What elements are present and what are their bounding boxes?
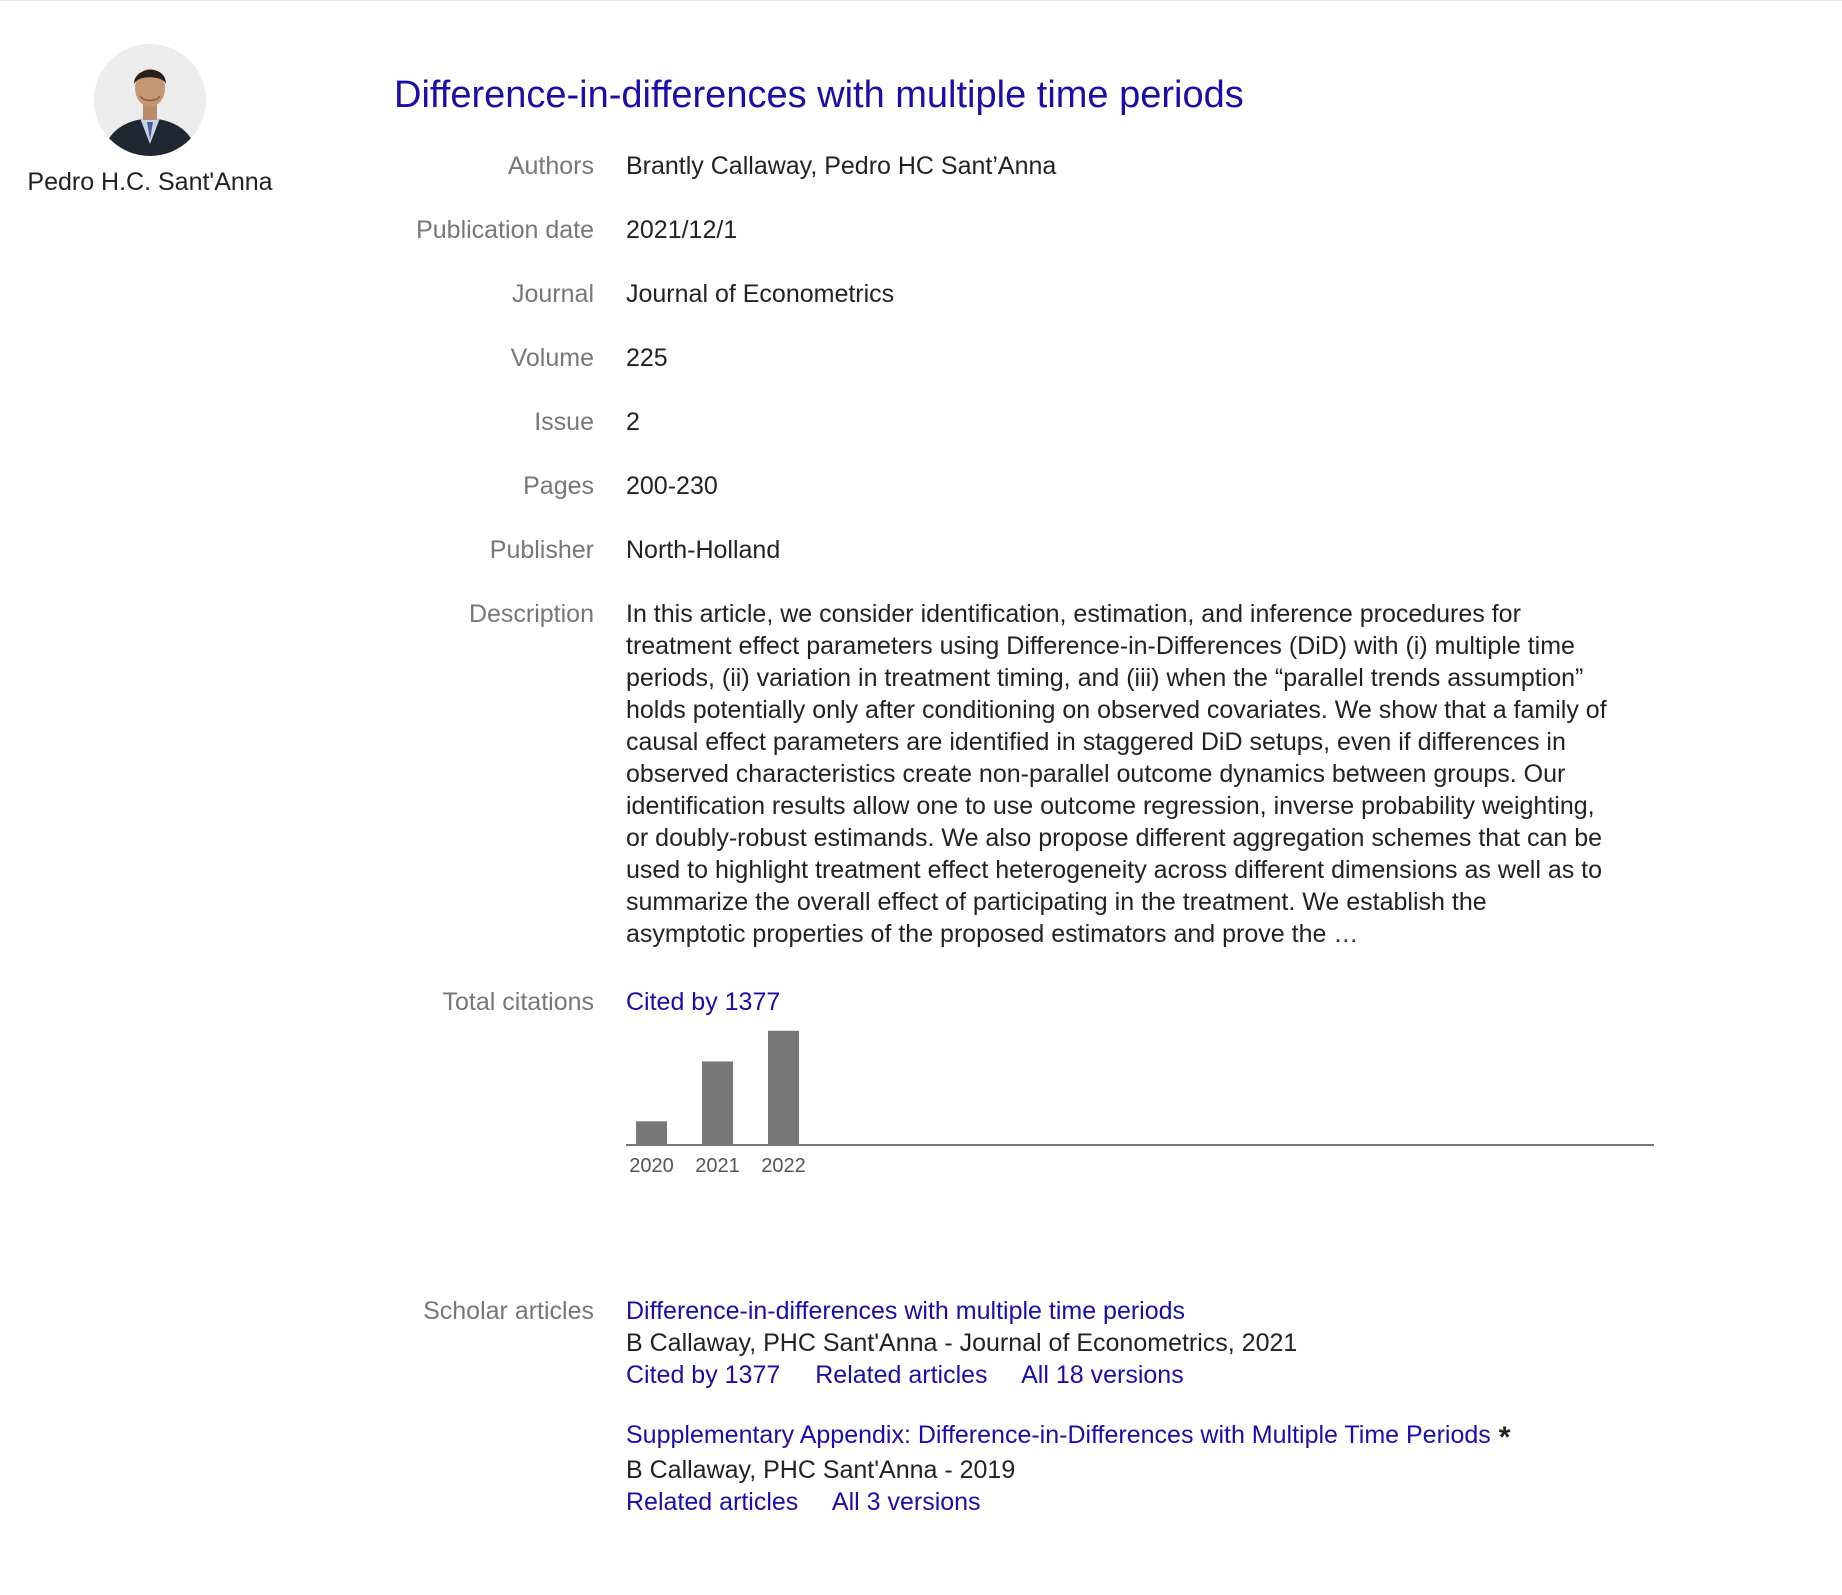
field-row-authors: Authors Brantly Callaway, Pedro HC Sant’… <box>390 150 1670 214</box>
profile-card[interactable]: Pedro H.C. Sant'Anna <box>12 44 288 197</box>
field-value-publisher: North-Holland <box>626 536 781 564</box>
profile-avatar[interactable] <box>94 44 206 156</box>
scholar-related-articles-link[interactable]: Related articles <box>626 1488 798 1516</box>
scholar-all-versions-link[interactable]: All 3 versions <box>832 1488 981 1516</box>
scholar-all-versions-link[interactable]: All 18 versions <box>1021 1361 1184 1389</box>
citations-chart: 2020 2021 2022 <box>626 1028 1656 1203</box>
scholar-article: Difference-in-differences with multiple … <box>626 1295 1650 1391</box>
field-label: Description <box>468 600 594 628</box>
field-label: Volume <box>510 344 594 372</box>
chart-tick-label: 2022 <box>761 1155 806 1177</box>
article-fields: Authors Brantly Callaway, Pedro HC Sant’… <box>390 150 1670 1546</box>
field-label: Publisher <box>489 536 594 564</box>
scholar-article-links: Related articles All 3 versions <box>626 1486 1650 1518</box>
field-value-volume: 225 <box>626 344 668 372</box>
field-label: Total citations <box>442 988 594 1016</box>
field-row-total-citations: Total citations Cited by 1377 2020 2021 20… <box>390 986 1670 1203</box>
description-line: summarize the overall effect of particip… <box>626 888 1487 916</box>
description-line: holds potentially only after conditionin… <box>626 696 1607 724</box>
avatar-image <box>94 44 206 156</box>
scholar-article: Supplementary Appendix: Difference-in-Di… <box>626 1419 1650 1518</box>
description-text: In this article, we consider identificat… <box>626 598 1650 950</box>
scholar-article-title[interactable]: Difference-in-differences with multiple … <box>626 1297 1185 1325</box>
profile-name[interactable]: Pedro H.C. Sant'Anna <box>12 168 288 197</box>
field-label: Journal <box>512 280 594 308</box>
cited-by-link[interactable]: Cited by 1377 <box>626 988 780 1016</box>
scholar-article-meta: B Callaway, PHC Sant'Anna - Journal of E… <box>626 1329 1298 1357</box>
field-value-publication-date: 2021/12/1 <box>626 216 738 244</box>
field-row-scholar-articles: Scholar articles Difference-in-differenc… <box>390 1295 1670 1546</box>
description-line: or doubly-robust estimands. We also prop… <box>626 824 1603 852</box>
chart-tick-label: 2020 <box>629 1155 674 1177</box>
field-row-issue: Issue 2 <box>390 406 1670 470</box>
scholar-article-meta: B Callaway, PHC Sant'Anna - 2019 <box>626 1456 1016 1484</box>
field-row-journal: Journal Journal of Econometrics <box>390 278 1670 342</box>
description-line: periods, (ii) variation in treatment tim… <box>626 664 1584 692</box>
field-row-publisher: Publisher North-Holland <box>390 534 1670 598</box>
field-label: Scholar articles <box>423 1297 594 1325</box>
field-value-pages: 200-230 <box>626 472 718 500</box>
scholar-article-title[interactable]: Supplementary Appendix: Difference-in-Di… <box>626 1421 1491 1449</box>
top-divider <box>0 0 1842 1</box>
field-row-volume: Volume 225 <box>390 342 1670 406</box>
field-row-pages: Pages 200-230 <box>390 470 1670 534</box>
description-line: identification results allow one to use … <box>626 792 1595 820</box>
scholar-article-links: Cited by 1377 Related articles All 18 ve… <box>626 1359 1650 1391</box>
chart-tick-label: 2021 <box>695 1155 740 1177</box>
field-label: Issue <box>534 408 594 436</box>
chart-bar-2021[interactable] <box>702 1061 733 1145</box>
scholar-cited-by-link[interactable]: Cited by 1377 <box>626 1361 780 1389</box>
chart-bar-2020[interactable] <box>636 1121 667 1145</box>
description-line: causal effect parameters are identified … <box>626 728 1566 756</box>
scholar-articles-list: Difference-in-differences with multiple … <box>626 1295 1650 1546</box>
description-line: treatment effect parameters using Differ… <box>626 632 1575 660</box>
citations-chart-svg: 2020 2021 2022 <box>626 1030 1654 1177</box>
field-label: Publication date <box>416 216 594 244</box>
field-label: Authors <box>507 152 594 180</box>
description-line: used to highlight treatment effect heter… <box>626 856 1603 884</box>
field-row-publication-date: Publication date 2021/12/1 <box>390 214 1670 278</box>
field-value-issue: 2 <box>626 408 640 436</box>
field-value-authors: Brantly Callaway, Pedro HC Sant’Anna <box>626 152 1057 180</box>
asterisk-icon: * <box>1498 1421 1511 1454</box>
chart-bar-2022[interactable] <box>768 1030 799 1145</box>
description-line: observed characteristics create non-para… <box>626 760 1566 788</box>
field-row-description: Description In this article, we consider… <box>390 598 1670 950</box>
description-line: asymptotic properties of the proposed es… <box>626 920 1359 948</box>
field-value-journal: Journal of Econometrics <box>626 280 895 308</box>
field-label: Pages <box>523 472 594 500</box>
description-line: In this article, we consider identificat… <box>626 600 1521 628</box>
scholar-related-articles-link[interactable]: Related articles <box>815 1361 987 1389</box>
citations-value: Cited by 1377 2020 2021 2022 <box>626 986 1654 1203</box>
article-title[interactable]: Difference-in-differences with multiple … <box>394 74 1244 117</box>
